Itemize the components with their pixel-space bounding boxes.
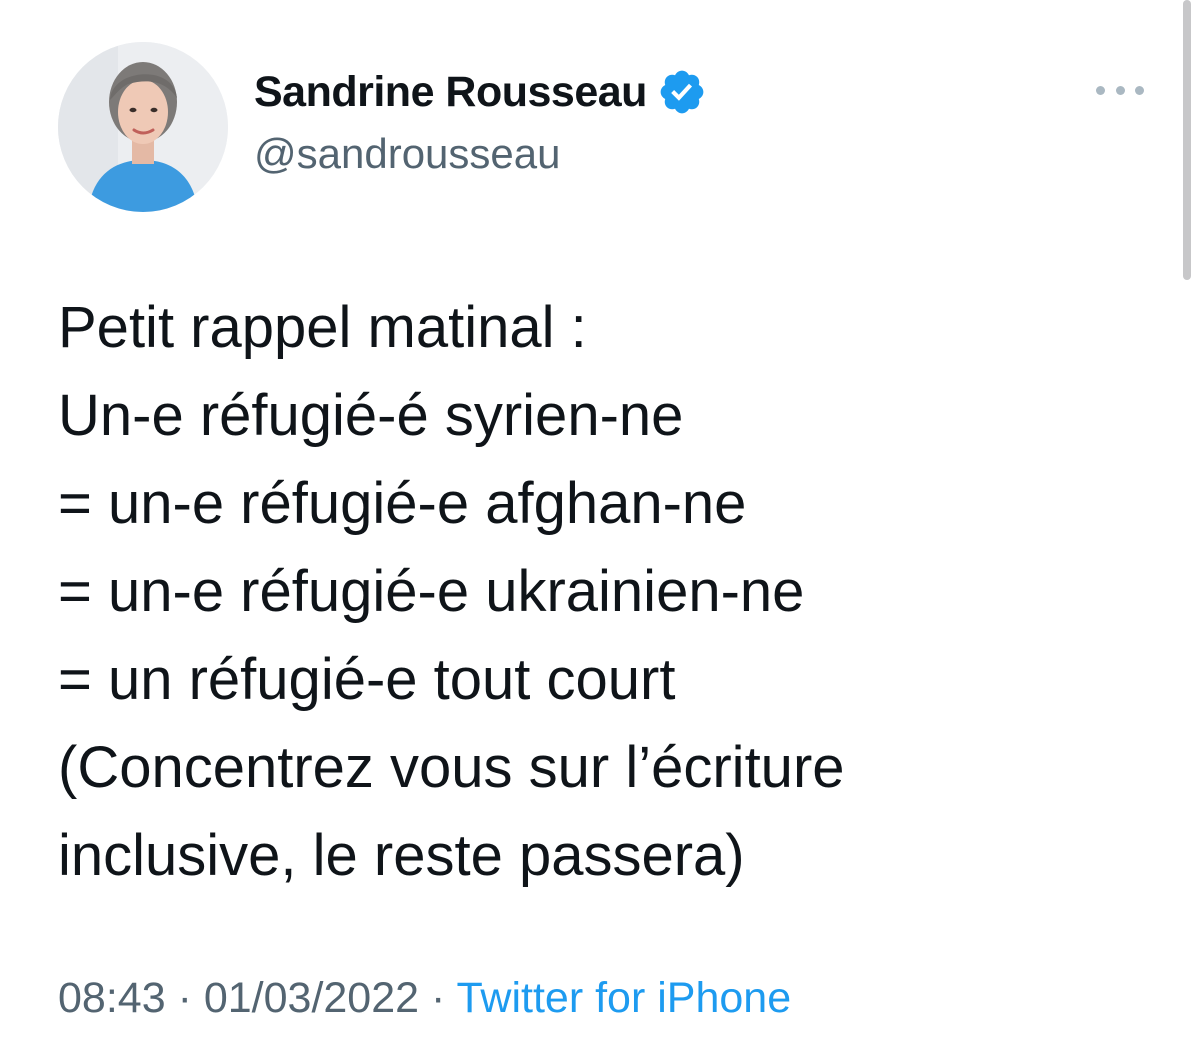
- tweet-text-line: Petit rappel matinal :: [58, 295, 587, 360]
- avatar[interactable]: [58, 42, 228, 212]
- tweet-text-line: (Concentrez vous sur l’écriture: [58, 735, 845, 800]
- tweet-time[interactable]: 08:43: [58, 974, 166, 1022]
- meta-separator: ·: [177, 974, 192, 1022]
- author-handle[interactable]: @sandrousseau: [254, 130, 561, 178]
- tweet-text-line: = un-e réfugié-e ukrainien-ne: [58, 559, 805, 624]
- author-name-row[interactable]: Sandrine Rousseau: [254, 66, 707, 118]
- tweet-text-line: inclusive, le reste passera): [58, 823, 745, 888]
- tweet-source-link[interactable]: Twitter for iPhone: [457, 974, 792, 1022]
- tweet-text-line: = un-e réfugié-e afghan-ne: [58, 471, 747, 536]
- tweet-metadata: 08:43 · 01/03/2022 · Twitter for iPhone: [58, 974, 791, 1023]
- meta-separator: ·: [431, 974, 446, 1022]
- tweet-text-line: Un-e réfugié-é syrien-ne: [58, 383, 684, 448]
- scrollbar[interactable]: [1183, 0, 1191, 280]
- tweet-text: Petit rappel matinal : Un-e réfugié-é sy…: [58, 284, 1168, 900]
- more-options-icon[interactable]: [1096, 78, 1144, 102]
- tweet-date[interactable]: 01/03/2022: [204, 974, 419, 1022]
- tweet-text-line: = un réfugié-e tout court: [58, 647, 676, 712]
- verified-badge-icon: [657, 67, 707, 117]
- more-dot: [1115, 85, 1125, 95]
- more-dot: [1135, 85, 1144, 95]
- more-dot: [1096, 85, 1105, 95]
- tweet-card: Sandrine Rousseau @sandrousseau Petit ra…: [0, 0, 1200, 1053]
- author-display-name[interactable]: Sandrine Rousseau: [254, 68, 647, 117]
